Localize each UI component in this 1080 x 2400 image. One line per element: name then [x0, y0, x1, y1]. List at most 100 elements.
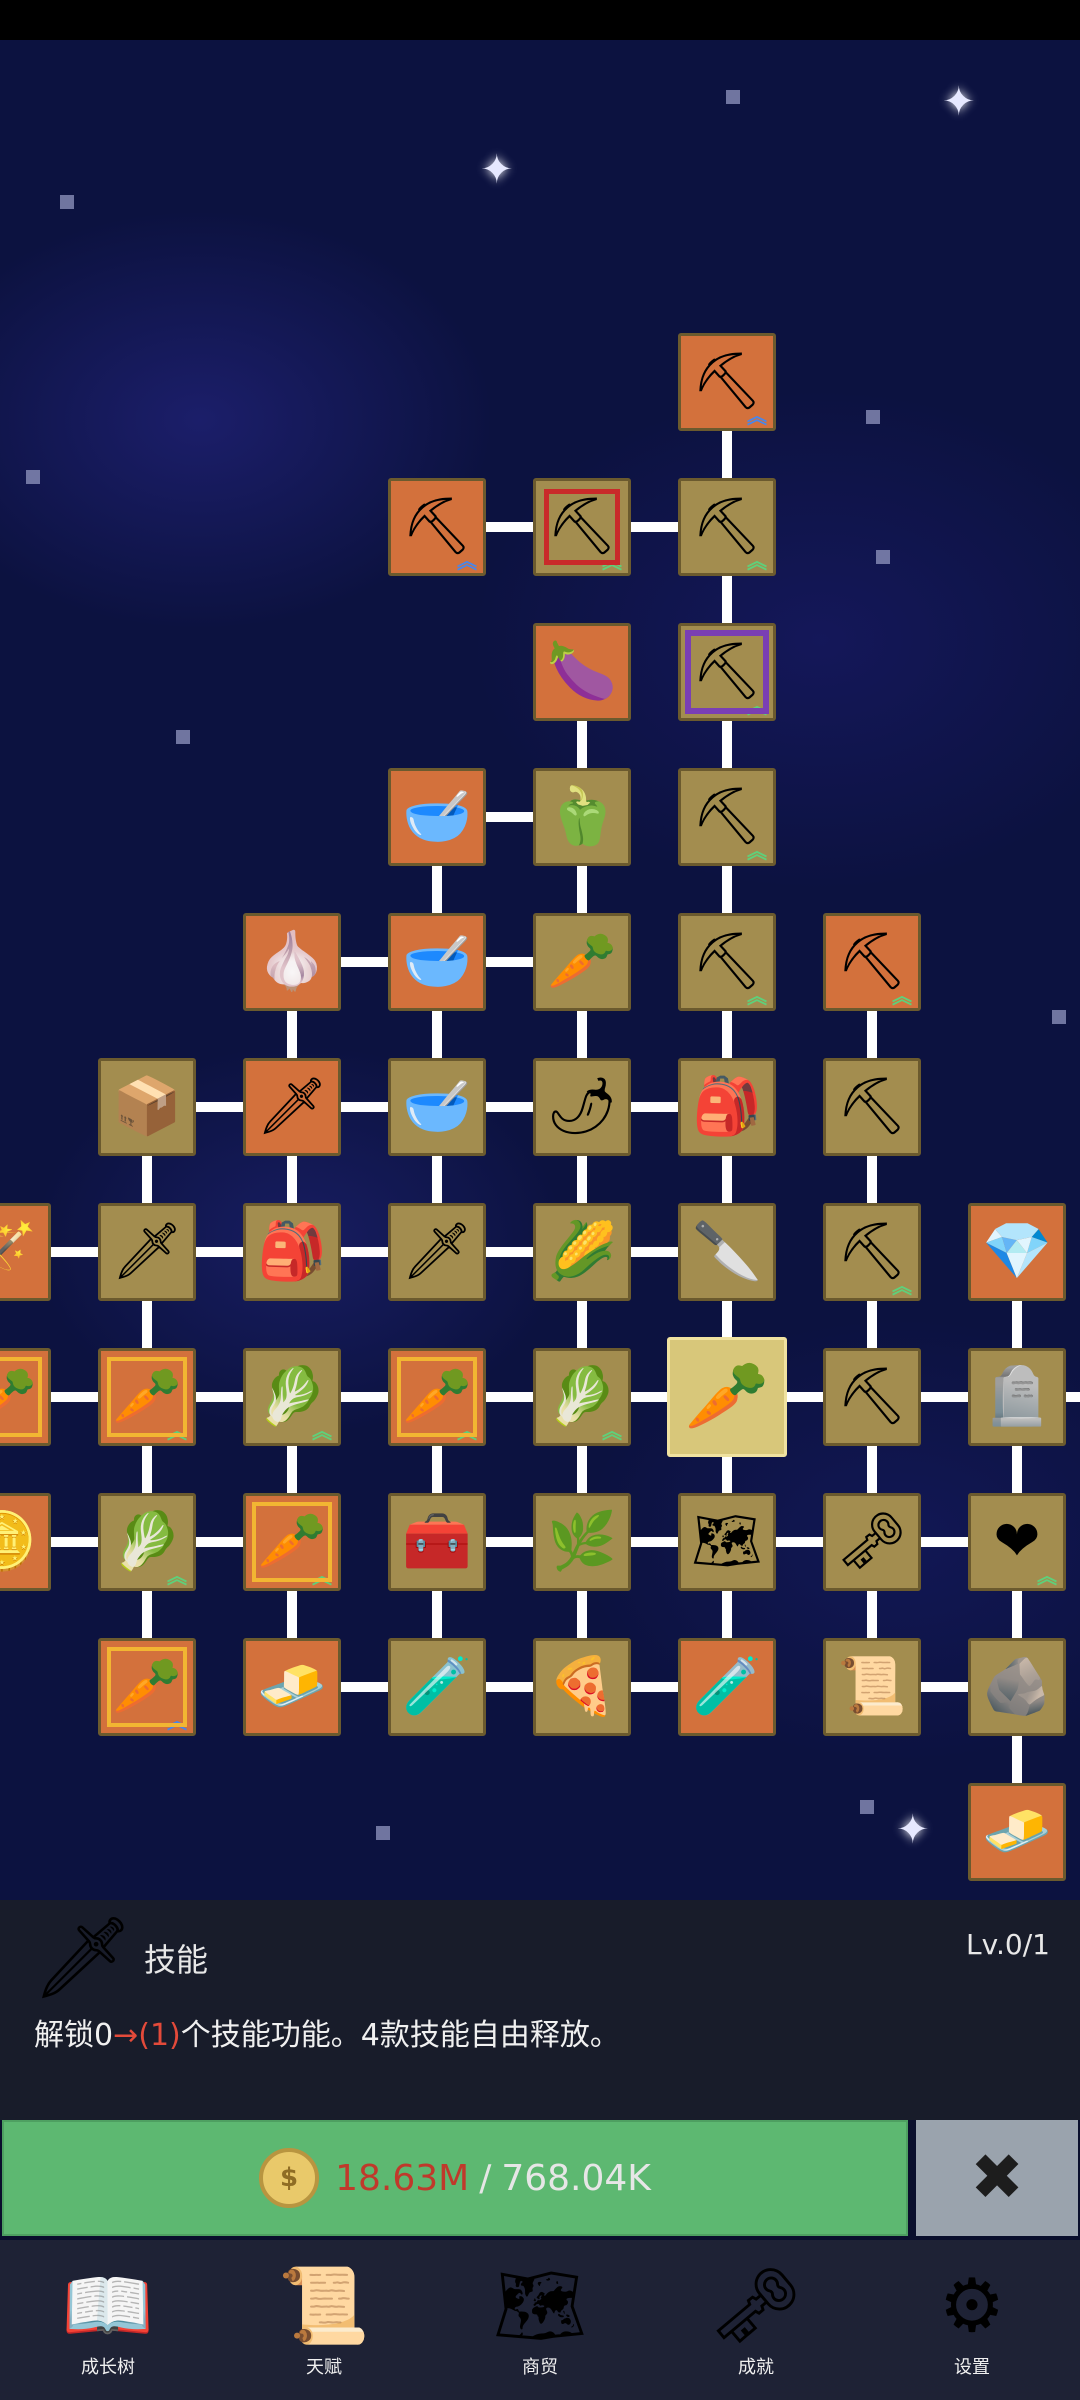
nav-label: 商贸 [522, 2357, 558, 2378]
skill-node-bowl[interactable]: 🥣 [388, 768, 486, 866]
nav-item-scroll[interactable]: 📜 天赋 [216, 2240, 432, 2400]
skill-node-pickaxe[interactable]: ⛏ ︽ [823, 1203, 921, 1301]
skill-node-backpack[interactable]: 🎒 [678, 1058, 776, 1156]
shovel-icon: ⛏ [546, 494, 618, 559]
skill-node-shovel[interactable]: ⛏ ︽ [533, 478, 631, 576]
map-icon: 🗺 [493, 2263, 587, 2349]
pickaxe-icon: ⛏ [836, 1364, 908, 1429]
tree-link-horizontal [196, 1537, 243, 1547]
skill-node-potion[interactable]: 🧪 [678, 1638, 776, 1736]
radish-icon: 🥕 [547, 929, 617, 994]
tree-link-vertical [142, 1156, 152, 1203]
skill-node-heart[interactable]: ❤ ︽ [968, 1493, 1066, 1591]
heart-icon: ❤ [993, 1509, 1041, 1574]
skill-node-radish[interactable]: 🥕 [533, 913, 631, 1011]
skill-node-carrot[interactable]: 🥕 [0, 1348, 51, 1446]
nav-item-gear[interactable]: ⚙ 设置 [864, 2240, 1080, 2400]
skill-node-shovel[interactable]: ⛏ ︽ [388, 478, 486, 576]
skill-node-eggplant[interactable]: 🍆 [533, 623, 631, 721]
tombstone-icon: 🪦 [982, 1364, 1052, 1429]
skill-node-cabbage[interactable]: 🥬 ︽ [243, 1348, 341, 1446]
skill-node-shovel[interactable]: ⛏ ︽ [678, 913, 776, 1011]
cabbage-icon: 🥬 [547, 1364, 617, 1429]
tree-link-vertical [1012, 1591, 1022, 1638]
skill-node-dagger[interactable]: 🔪 [678, 1203, 776, 1301]
skill-node-shovel[interactable]: ⛏ ︽ [678, 478, 776, 576]
upgrade-arrow-icon: ︽ [312, 1564, 332, 1588]
skill-node-carrot[interactable]: 🥕 ︽ [243, 1493, 341, 1591]
scroll-icon: 📜 [837, 1654, 907, 1719]
eggplant-icon: 🍆 [547, 639, 617, 704]
skill-node-scroll[interactable]: 📜 [823, 1638, 921, 1736]
map-icon: 🗺 [691, 1509, 763, 1574]
skill-node-corn[interactable]: 🌽 [533, 1203, 631, 1301]
tree-link-horizontal [196, 1392, 243, 1402]
skill-node-gold-bar[interactable]: 🧈 [968, 1783, 1066, 1881]
skill-node-chest[interactable]: 🧰 [388, 1493, 486, 1591]
skill-node-tombstone[interactable]: 🪦 [968, 1348, 1066, 1446]
skill-node-rock[interactable]: 🪨 [968, 1638, 1066, 1736]
desc-highlight: (1) [138, 2018, 181, 2053]
nav-item-map[interactable]: 🗺 商贸 [432, 2240, 648, 2400]
upgrade-arrow-icon: ︽ [167, 1419, 187, 1443]
skill-node-potion[interactable]: 🧪 [388, 1638, 486, 1736]
backpack-icon: 🎒 [692, 1074, 762, 1139]
cabbage-icon: 🥬 [112, 1509, 182, 1574]
skill-node-cabbage[interactable]: 🥬 ︽ [98, 1493, 196, 1591]
skill-node-shovel[interactable]: ⛏ ︽ [678, 333, 776, 431]
skill-node-bowl[interactable]: 🥣 [388, 1058, 486, 1156]
skill-node-backpack[interactable]: 🎒 [243, 1203, 341, 1301]
skill-node-sword[interactable]: 🗡 [243, 1058, 341, 1156]
tree-link-vertical [867, 1591, 877, 1638]
skill-node-key[interactable]: 🗝 [823, 1493, 921, 1591]
upgrade-arrow-icon: ︽ [747, 839, 767, 863]
skill-node-chili[interactable]: 🌶 [533, 1058, 631, 1156]
tree-link-horizontal [776, 1537, 823, 1547]
tree-link-horizontal [196, 1102, 243, 1112]
skill-node-pickaxe[interactable]: ⛏ ︽ [823, 913, 921, 1011]
skill-node-carrot[interactable]: 🥕 ︽ [388, 1348, 486, 1446]
skill-node-shovel[interactable]: ⛏ ︽ [678, 623, 776, 721]
skill-node-pizza[interactable]: 🍕 [533, 1638, 631, 1736]
skill-node-shovel[interactable]: ⛏ ︽ [678, 768, 776, 866]
skill-node-cabbage[interactable]: 🥬 ︽ [533, 1348, 631, 1446]
shovel-icon: ⛏ [691, 494, 763, 559]
skill-node-coin[interactable]: 🪙 [0, 1493, 51, 1591]
skill-node-gold-bar[interactable]: 🧈 [243, 1638, 341, 1736]
skill-node-leek[interactable]: 🌿 [533, 1493, 631, 1591]
skill-tree-viewport[interactable]: ✦ ✦ ✦ ⛏ ︽ ⛏ ︽ ⛏ ︽ ⛏ ︽ 🍆 ⛏ ︽ 🥣 🫑 ⛏ ︽ 🧄 🥣 🥕 ⛏ ︽ ⛏ ︽ 📦 🗡 🥣 🌶 🎒 ⛏ 🪄 🗡 🎒 🗡 🌽 🔪… [0, 40, 1080, 1900]
tree-link-horizontal [631, 1537, 678, 1547]
skill-node-staff[interactable]: 🪄 [0, 1203, 51, 1301]
close-button[interactable]: ✖ [916, 2120, 1078, 2236]
skill-node-sword[interactable]: 🗡 [98, 1203, 196, 1301]
pickaxe-icon: ⛏ [836, 1074, 908, 1139]
nav-item-key[interactable]: 🗝 成就 [648, 2240, 864, 2400]
skill-node-garlic[interactable]: 🧄 [243, 913, 341, 1011]
tree-link-horizontal [341, 1392, 388, 1402]
skill-node-map[interactable]: 🗺 [678, 1493, 776, 1591]
skill-node-sword[interactable]: 🗡 [388, 1203, 486, 1301]
skill-node-crate[interactable]: 📦 [98, 1058, 196, 1156]
tree-link-vertical [722, 576, 732, 623]
upgrade-arrow-icon: ︽ [747, 404, 767, 428]
tree-link-vertical [142, 1591, 152, 1638]
skill-node-carrot[interactable]: 🥕 ︽ [98, 1348, 196, 1446]
skill-node-pepper[interactable]: 🫑 [533, 768, 631, 866]
skill-node-carrot[interactable]: 🥕 ︽ [98, 1638, 196, 1736]
skill-node-pickaxe[interactable]: ⛏ [823, 1058, 921, 1156]
nav-label: 成就 [738, 2357, 774, 2378]
chili-icon: 🌶 [546, 1074, 618, 1139]
tree-link-vertical [867, 1301, 877, 1348]
tree-link-vertical [1012, 1301, 1022, 1348]
upgrade-button[interactable]: $ 18.63M / 768.04K [2, 2120, 908, 2236]
upgrade-arrow-icon: ︽ [892, 984, 912, 1008]
tree-link-vertical [432, 1591, 442, 1638]
skill-node-crystal[interactable]: 💎 [968, 1203, 1066, 1301]
pizza-icon: 🍕 [547, 1654, 617, 1719]
skill-node-carrot[interactable]: 🥕 [667, 1337, 787, 1457]
book-icon: 📖 [61, 2263, 155, 2349]
nav-item-book[interactable]: 📖 成长树 [0, 2240, 216, 2400]
skill-node-pickaxe[interactable]: ⛏ [823, 1348, 921, 1446]
potion-icon: 🧪 [692, 1654, 762, 1719]
skill-node-bowl[interactable]: 🥣 [388, 913, 486, 1011]
